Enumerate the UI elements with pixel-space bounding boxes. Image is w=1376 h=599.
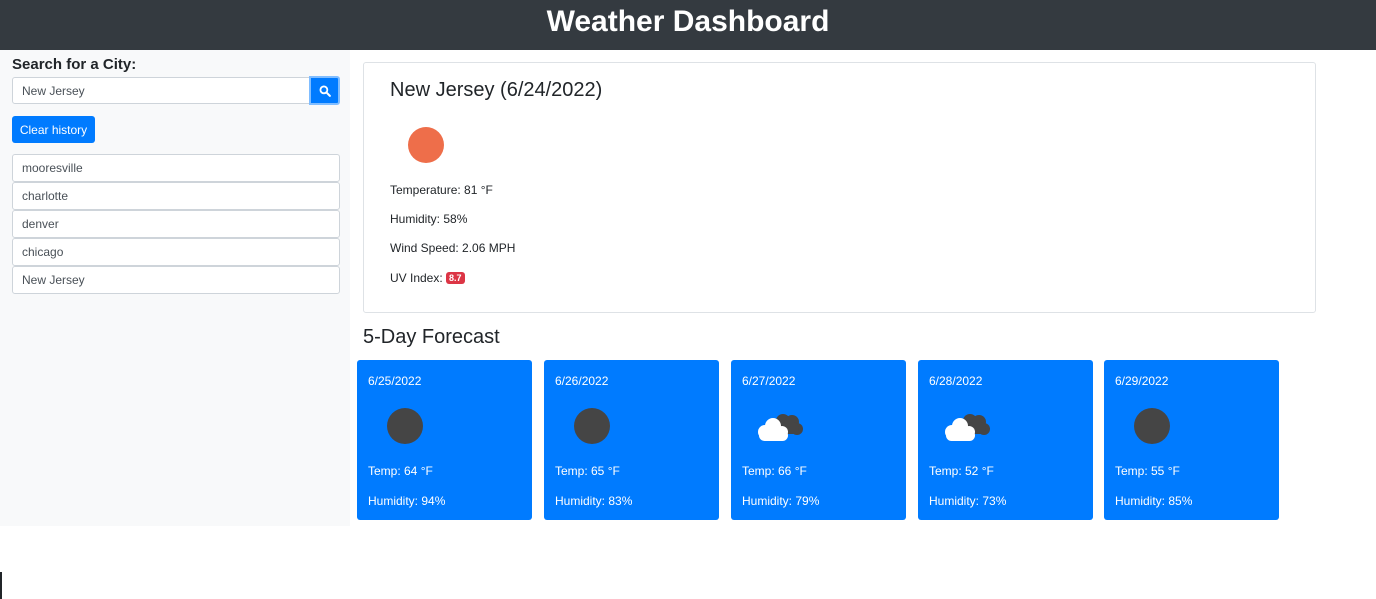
history-item-denver[interactable]: denver — [12, 210, 340, 238]
current-uv-index: UV Index: 8.7 — [390, 271, 465, 285]
broken-clouds-icon — [758, 414, 803, 441]
forecast-humidity: Humidity: 85% — [1115, 494, 1193, 508]
forecast-card: 6/27/2022 Temp: 66 °F Humidity: 79% — [731, 360, 906, 520]
forecast-card: 6/28/2022 Temp: 52 °F Humidity: 73% — [918, 360, 1093, 520]
forecast-temp: Temp: 65 °F — [555, 464, 620, 478]
current-wind-speed: Wind Speed: 2.06 MPH — [390, 241, 516, 255]
forecast-temp: Temp: 64 °F — [368, 464, 433, 478]
window-edge — [0, 572, 2, 599]
page-title: Weather Dashboard — [546, 5, 830, 38]
forecast-humidity: Humidity: 79% — [742, 494, 820, 508]
page-header: Weather Dashboard — [0, 0, 1376, 50]
search-icon — [319, 85, 331, 97]
dark-cloud-icon — [1134, 408, 1170, 444]
search-input[interactable] — [12, 77, 310, 104]
dark-cloud-icon — [574, 408, 610, 444]
forecast-temp: Temp: 52 °F — [929, 464, 994, 478]
sidebar: Search for a City: Clear history mooresv… — [0, 50, 350, 526]
current-city-title: New Jersey (6/24/2022) — [390, 79, 603, 101]
uv-index-badge: 8.7 — [446, 272, 465, 284]
forecast-humidity: Humidity: 73% — [929, 494, 1007, 508]
dark-cloud-icon — [387, 408, 423, 444]
forecast-date: 6/29/2022 — [1115, 374, 1169, 388]
forecast-date: 6/25/2022 — [368, 374, 422, 388]
current-humidity: Humidity: 58% — [390, 212, 468, 226]
history-item-new-jersey[interactable]: New Jersey — [12, 266, 340, 294]
forecast-card: 6/29/2022 Temp: 55 °F Humidity: 85% — [1104, 360, 1279, 520]
history-item-chicago[interactable]: chicago — [12, 238, 340, 266]
clear-sun-icon — [408, 127, 444, 163]
history-item-mooresville[interactable]: mooresville — [12, 154, 340, 182]
broken-clouds-icon — [945, 414, 990, 441]
forecast-humidity: Humidity: 94% — [368, 494, 446, 508]
forecast-card: 6/25/2022 Temp: 64 °F Humidity: 94% — [357, 360, 532, 520]
uv-index-label: UV Index: — [390, 271, 443, 285]
forecast-humidity: Humidity: 83% — [555, 494, 633, 508]
current-temperature: Temperature: 81 °F — [390, 183, 493, 197]
forecast-temp: Temp: 66 °F — [742, 464, 807, 478]
current-weather-card: New Jersey (6/24/2022) Temperature: 81 °… — [363, 62, 1316, 313]
forecast-title: 5-Day Forecast — [363, 326, 500, 348]
clear-history-button[interactable]: Clear history — [12, 116, 95, 143]
search-label: Search for a City: — [12, 56, 137, 73]
forecast-date: 6/27/2022 — [742, 374, 796, 388]
forecast-card: 6/26/2022 Temp: 65 °F Humidity: 83% — [544, 360, 719, 520]
forecast-temp: Temp: 55 °F — [1115, 464, 1180, 478]
forecast-date: 6/26/2022 — [555, 374, 609, 388]
forecast-date: 6/28/2022 — [929, 374, 983, 388]
history-item-charlotte[interactable]: charlotte — [12, 182, 340, 210]
search-button[interactable] — [309, 76, 340, 105]
search-history-list: mooresville charlotte denver chicago New… — [12, 154, 340, 294]
